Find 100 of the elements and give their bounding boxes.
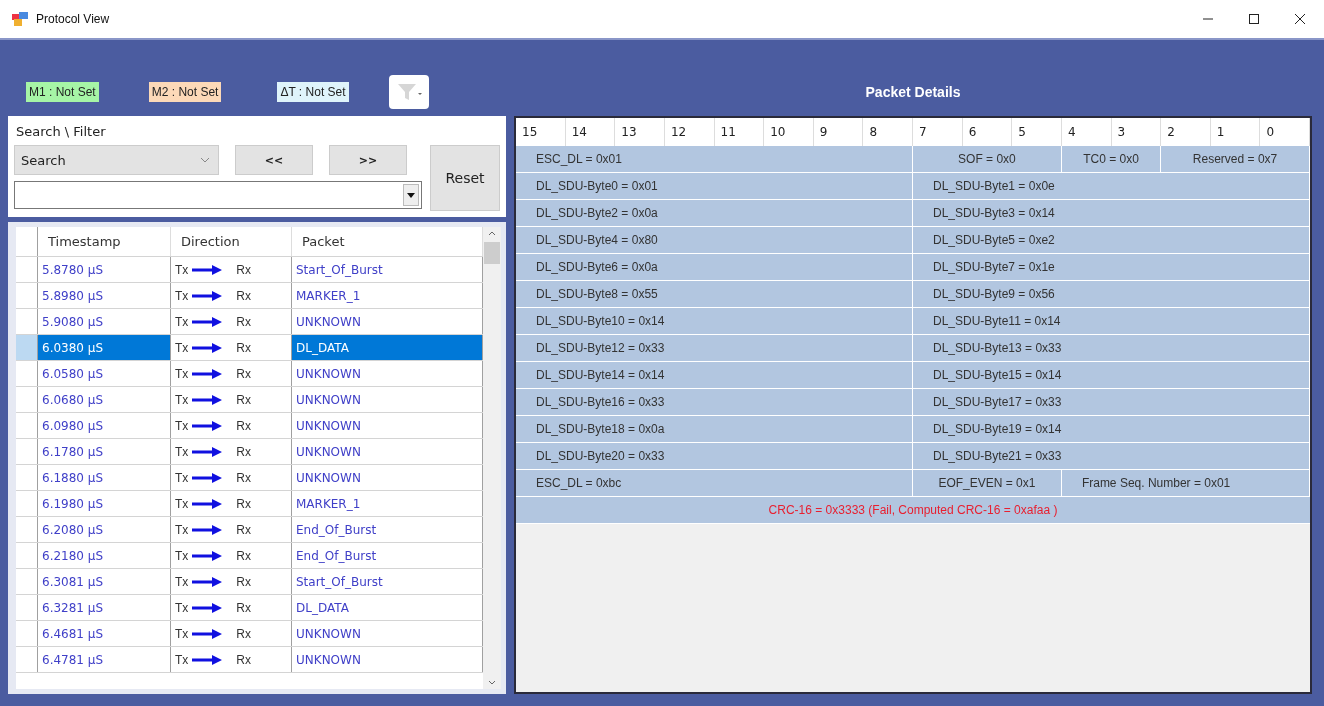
direction-target: Rx — [236, 626, 251, 641]
funnel-icon — [395, 81, 422, 103]
arrow-right-icon — [192, 316, 223, 327]
scroll-up-icon[interactable] — [488, 231, 496, 236]
search-input-field[interactable] — [14, 181, 422, 209]
section-title: Search \ Filter — [16, 124, 107, 139]
marker-label: M1 : Not Set — [26, 82, 99, 102]
packet-field: DL_SDU-Byte16 = 0x33 — [516, 389, 913, 415]
packet-field: DL_SDU-Byte1 = 0x0e — [913, 173, 1310, 199]
filter-button[interactable] — [388, 75, 429, 109]
crc-error-text: CRC-16 = 0x3333 (Fail, Computed CRC-16 = 0xafaa ) — [768, 503, 1058, 517]
arrow-right-icon — [192, 342, 223, 353]
table-cell: 6.0580 µS — [38, 361, 171, 386]
table-cell: 6.3281 µS — [38, 595, 171, 620]
table-cell: 6.4781 µS — [38, 647, 171, 672]
packet-field: DL_SDU-Byte5 = 0xe2 — [913, 227, 1310, 253]
direction-target: Rx — [236, 470, 251, 485]
table-cell: 6.4681 µS — [38, 621, 171, 646]
packet-field: Reserved = 0x7 — [1161, 146, 1310, 172]
direction-source: Tx — [175, 522, 189, 537]
maximize-icon[interactable] — [1248, 13, 1260, 25]
direction-target: Rx — [236, 288, 251, 303]
table-cell: 5.8980 µS — [38, 283, 171, 308]
direction-target: Rx — [236, 418, 251, 433]
arrow-right-icon — [192, 446, 223, 457]
direction-target: Rx — [236, 548, 251, 563]
packet-field: TC0 = 0x0 — [1061, 146, 1162, 172]
scrollbar[interactable] — [483, 227, 501, 689]
direction-source: Tx — [175, 626, 189, 641]
direction-target: Rx — [236, 340, 251, 355]
table-cell: 6.0980 µS — [38, 413, 171, 438]
packet-field: DL_SDU-Byte6 = 0x0a — [516, 254, 913, 280]
direction-target: Rx — [236, 522, 251, 537]
direction-source: Tx — [175, 652, 189, 667]
packet-field: DL_SDU-Byte13 = 0x33 — [913, 335, 1310, 361]
direction-source: Tx — [175, 366, 189, 381]
reset-button[interactable]: Reset — [430, 145, 500, 211]
next-button[interactable]: >> — [329, 145, 407, 175]
previous-button[interactable]: << — [235, 145, 313, 175]
packet-field: EOF_EVEN = 0x1 — [913, 470, 1062, 496]
packet-field: DL_SDU-Byte4 = 0x80 — [516, 227, 913, 253]
packet-field: DL_SDU-Byte18 = 0x0a — [516, 416, 913, 442]
table-cell: 6.0680 µS — [38, 387, 171, 412]
table-cell: 6.3081 µS — [38, 569, 171, 594]
arrow-right-icon — [192, 290, 223, 301]
arrow-right-icon — [192, 472, 223, 483]
arrow-right-icon — [192, 524, 223, 535]
column-header[interactable]: Timestamp — [38, 227, 171, 256]
packet-field: ESC_DL = 0x01 — [516, 146, 913, 172]
direction-source: Tx — [175, 574, 189, 589]
direction-target: Rx — [236, 314, 251, 329]
arrow-right-icon — [192, 602, 223, 613]
direction-source: Tx — [175, 314, 189, 329]
direction-target: Rx — [236, 574, 251, 589]
packet-field: Frame Seq. Number = 0x01 — [1061, 470, 1310, 496]
column-header[interactable]: Direction — [171, 227, 292, 256]
row-header[interactable] — [16, 335, 38, 360]
arrow-right-icon — [192, 264, 223, 275]
packet-field: SOF = 0x0 — [913, 146, 1062, 172]
packet-field: DL_SDU-Byte3 = 0x14 — [913, 200, 1310, 226]
packet-field: DL_SDU-Byte17 = 0x33 — [913, 389, 1310, 415]
panel-title: Packet Details — [865, 84, 961, 100]
direction-source: Tx — [175, 444, 189, 459]
packet-field: DL_SDU-Byte10 = 0x14 — [516, 308, 913, 334]
direction-source: Tx — [175, 470, 189, 485]
arrow-right-icon — [192, 498, 223, 509]
table-cell: 6.2080 µS — [38, 517, 171, 542]
window-title: Protocol View — [36, 12, 110, 26]
table-cell: 6.2180 µS — [38, 543, 171, 568]
scrollbar-thumb[interactable] — [484, 242, 500, 264]
table-cell: 5.9080 µS — [38, 309, 171, 334]
packet-field: DL_SDU-Byte2 = 0x0a — [516, 200, 913, 226]
arrow-right-icon — [192, 654, 223, 665]
marker-label: M2 : Not Set — [148, 82, 222, 102]
direction-source: Tx — [175, 418, 189, 433]
packet-field: DL_SDU-Byte19 = 0x14 — [913, 416, 1310, 442]
direction-target: Rx — [236, 262, 251, 277]
marker-label: ΔT : Not Set — [277, 82, 349, 102]
direction-target: Rx — [236, 496, 251, 511]
scroll-down-icon[interactable] — [488, 680, 496, 685]
direction-source: Tx — [175, 496, 189, 511]
packet-field: ESC_DL = 0xbc — [516, 470, 913, 496]
packet-field: DL_SDU-Byte8 = 0x55 — [516, 281, 913, 307]
direction-source: Tx — [175, 392, 189, 407]
packet-field: DL_SDU-Byte11 = 0x14 — [913, 308, 1310, 334]
direction-target: Rx — [236, 600, 251, 615]
close-icon[interactable] — [1294, 13, 1306, 25]
direction-target: Rx — [236, 366, 251, 381]
search-mode-dropdown[interactable]: Search — [14, 145, 219, 175]
packet-field: DL_SDU-Byte20 = 0x33 — [516, 443, 913, 469]
direction-source: Tx — [175, 288, 189, 303]
packet-field: DL_SDU-Byte12 = 0x33 — [516, 335, 913, 361]
arrow-right-icon — [192, 420, 223, 431]
table-cell: 6.1880 µS — [38, 465, 171, 490]
packet-field: DL_SDU-Byte9 = 0x56 — [913, 281, 1310, 307]
packet-field: DL_SDU-Byte14 = 0x14 — [516, 362, 913, 388]
packet-field: DL_SDU-Byte7 = 0x1e — [913, 254, 1310, 280]
table-cell: 6.0380 µS — [38, 335, 171, 360]
packet-field: DL_SDU-Byte0 = 0x01 — [516, 173, 913, 199]
direction-source: Tx — [175, 600, 189, 615]
